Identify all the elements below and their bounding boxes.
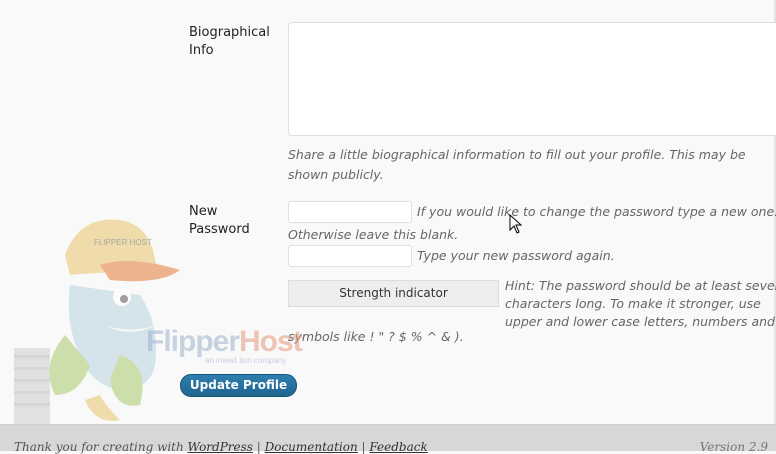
password-hint-3-line1: Hint: The password should be at least se… xyxy=(505,278,776,293)
update-profile-button[interactable]: Update Profile xyxy=(180,374,297,397)
footer-credits: Thank you for creating with WordPress | … xyxy=(14,440,428,454)
password-hint-2: Type your new password again. xyxy=(417,248,615,263)
footer-separator: | xyxy=(357,440,370,454)
footer-feedback-link[interactable]: Feedback xyxy=(369,440,427,454)
bio-description: Share a little biographical information … xyxy=(288,147,746,182)
password-hint-1-cont: Otherwise leave this blank. xyxy=(288,227,459,242)
bio-label: Biographical Info xyxy=(189,25,270,58)
watermark-tagline: an invest lion company xyxy=(205,356,287,365)
watermark-brand: FlipperHost xyxy=(146,325,303,359)
footer-documentation-link[interactable]: Documentation xyxy=(265,440,358,454)
footer-separator: | xyxy=(252,440,265,454)
footer-thanks: Thank you for creating with xyxy=(14,440,188,454)
footer-version: Version 2.9 xyxy=(699,440,768,454)
password-hint-3-line3: upper and lower case letters, numbers an… xyxy=(505,314,775,329)
bio-textarea[interactable] xyxy=(288,22,776,136)
mascot-cap-text: FLIPPER HOST xyxy=(94,238,152,247)
mouse-cursor-icon xyxy=(509,214,523,234)
flipperhost-mascot-watermark: FLIPPER HOST xyxy=(14,219,180,428)
footer: Thank you for creating with WordPress | … xyxy=(0,424,776,454)
password-hint-3-line2: characters long. To make it stronger, us… xyxy=(505,296,761,311)
footer-wordpress-link[interactable]: WordPress xyxy=(188,440,253,454)
password-hint-3-line4: symbols like ! " ? $ % ^ & ). xyxy=(288,329,464,344)
watermark-brand-flipper: Flipper xyxy=(146,325,240,358)
watermark-brand-host: Host xyxy=(239,325,303,358)
confirm-password-input[interactable] xyxy=(288,245,412,267)
password-hint-1: If you would like to change the password… xyxy=(417,204,776,219)
strength-indicator: Strength indicator xyxy=(288,280,499,307)
new-password-input[interactable] xyxy=(288,201,412,223)
